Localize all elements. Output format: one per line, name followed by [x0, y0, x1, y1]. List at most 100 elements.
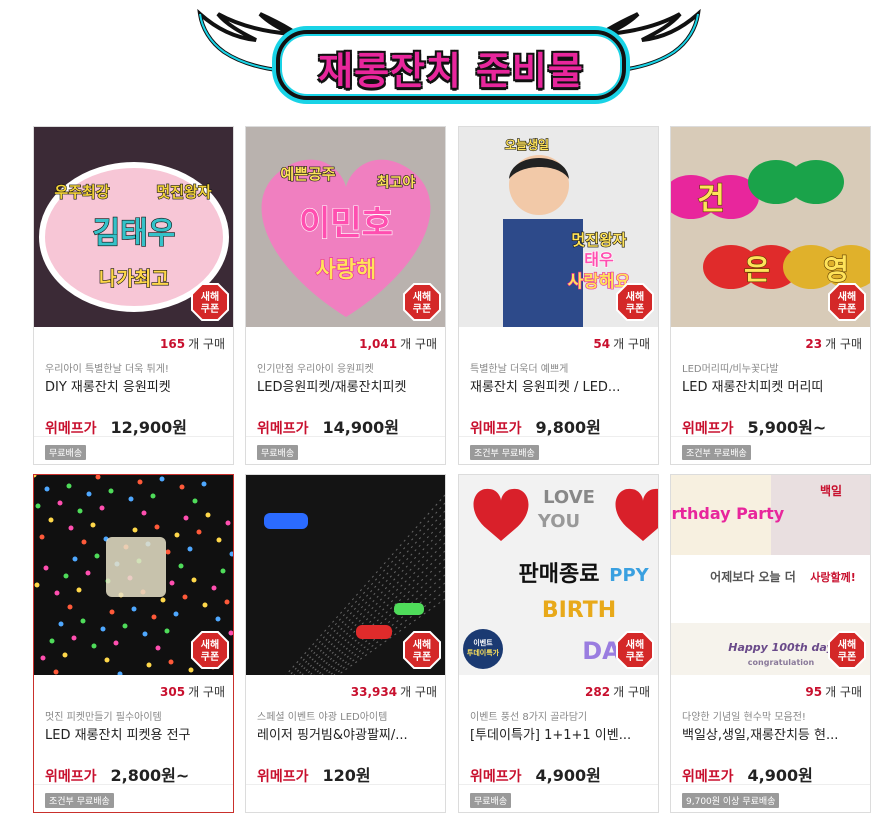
product-card[interactable]: LOVE YOU 판매종료 PPY BIRTH DAY 이벤트 투데이특가 새해 쿠폰 282 개 …: [458, 474, 659, 813]
coupon-line2: 쿠폰: [626, 303, 644, 315]
shipping-badge: 무료배송: [257, 445, 299, 460]
coupon-line2: 쿠폰: [201, 651, 219, 663]
price-value: 14,900원: [322, 418, 399, 437]
banner-title-part2: 준비물: [475, 49, 584, 93]
image-text: 예쁜공주: [280, 165, 335, 183]
product-description: 인기만점 우리아이 응원피켓: [257, 364, 374, 375]
image-text: 멋진왕자: [156, 183, 211, 201]
image-text: 이벤트: [473, 638, 493, 647]
product-thumbnail[interactable]: Birthday Party 백일어제보다 오늘 더 사랑할께! Happy 100t…: [671, 475, 870, 675]
product-name[interactable]: [투데이특가] 1+1+1 이벤...: [470, 724, 650, 743]
shipping-badge: 조건부 무료배송: [470, 445, 539, 460]
coupon-badge-icon: 새해쿠폰: [616, 631, 654, 669]
image-text: 어제보다 오늘 더: [710, 569, 796, 584]
product-thumbnail[interactable]: LOVE YOU 판매종료 PPY BIRTH DAY 이벤트 투데이특가 새해 쿠폰: [459, 475, 658, 675]
product-name[interactable]: 레이저 핑거빔&야광팔찌/...: [257, 724, 437, 743]
image-text: 판매종료: [519, 562, 600, 587]
product-thumbnail[interactable]: 건 은 영 새해 쿠폰: [671, 127, 870, 327]
product-card[interactable]: 새해 쿠폰 33,934 개 구매 스페셜 이벤트 야광 LED아이템 레이저 핑거…: [245, 474, 446, 813]
product-card[interactable]: 오늘생일 멋진왕자 태우 사랑해요 새해 쿠폰 54 개 구매 특별한날 더욱더 예쁘게 재…: [458, 126, 659, 465]
coupon-line2: 쿠폰: [838, 303, 856, 315]
purchase-count: 282 개 구매: [585, 685, 650, 699]
coupon-line1: 새해: [413, 638, 431, 651]
price-label: 위메프가: [682, 421, 734, 437]
image-text: 김태우: [93, 216, 176, 251]
image-text: 오늘생일: [505, 137, 549, 152]
coupon-line1: 새해: [201, 638, 219, 651]
coupon-line1: 새해: [838, 638, 856, 651]
product-name[interactable]: LED응원피켓/재롱잔치피켓: [257, 376, 437, 395]
product-thumbnail[interactable]: 새해 쿠폰: [246, 475, 445, 675]
image-text: BIRTH: [542, 598, 616, 623]
image-text: 은: [744, 253, 770, 286]
shipping-badge: 무료배송: [45, 445, 87, 460]
coupon-badge-icon: 새해쿠폰: [403, 631, 441, 669]
product-name[interactable]: LED 재롱잔치 피켓용 전구: [45, 724, 225, 743]
product-name[interactable]: 백일상,생일,재롱잔치등 현...: [682, 724, 862, 743]
product-card[interactable]: 건 은 영 새해 쿠폰 23 개 구매 LED머리띠/비누꽃다발 LED 재롱잔치피켓 머…: [670, 126, 871, 465]
purchase-count: 305 개 구매: [160, 685, 225, 699]
product-description: 스페셜 이벤트 야광 LED아이템: [257, 712, 388, 723]
price-label: 위메프가: [45, 769, 97, 785]
price-row: 위메프가 9,800원: [470, 414, 601, 438]
image-text: 사랑해: [316, 258, 377, 283]
coupon-badge-icon: 새해쿠폰: [828, 283, 866, 321]
coupon-line2: 쿠폰: [838, 651, 856, 663]
image-text: 우주최강: [54, 183, 109, 201]
product-card[interactable]: 우주최강 멋진왕자김태우나가최고새해 쿠폰 165 개 구매 우리아이 특별한날 더욱…: [33, 126, 234, 465]
image-text: PPY: [609, 565, 649, 586]
purchase-count: 23 개 구매: [805, 337, 862, 351]
product-name[interactable]: DIY 재롱잔치 응원피켓: [45, 376, 225, 395]
purchase-count: 165 개 구매: [160, 337, 225, 351]
image-text: 최고야: [377, 174, 416, 191]
coupon-badge-icon: 새해쿠폰: [191, 631, 229, 669]
shipping-badge: 조건부 무료배송: [45, 793, 114, 808]
coupon-line1: 새해: [201, 290, 219, 303]
coupon-badge-icon: 새해쿠폰: [403, 283, 441, 321]
image-text: 사랑할께!: [810, 570, 856, 584]
product-card[interactable]: 새해 쿠폰 305 개 구매 멋진 피켓만들기 필수아이템 LED 재롱잔치 피켓용…: [33, 474, 234, 813]
image-text: 영: [823, 253, 849, 286]
price-value: 2,800원~: [110, 766, 190, 785]
product-card[interactable]: Birthday Party 백일어제보다 오늘 더 사랑할께! Happy 100t…: [670, 474, 871, 813]
product-description: 우리아이 특별한날 더욱 튀게!: [45, 364, 169, 375]
product-description: 이벤트 풍선 8가지 골라담기: [470, 712, 588, 723]
price-label: 위메프가: [257, 769, 309, 785]
product-card[interactable]: 예쁜공주 최고야 이민호 사랑해 새해 쿠폰 1,041 개 구매 인기만점 우리아이 응원…: [245, 126, 446, 465]
image-text: congratulation: [748, 658, 815, 667]
price-row: 위메프가 4,900원: [470, 762, 601, 786]
price-row: 위메프가 2,800원~: [45, 762, 189, 786]
price-label: 위메프가: [470, 769, 522, 785]
coupon-line1: 새해: [413, 290, 431, 303]
purchase-count: 95 개 구매: [805, 685, 862, 699]
price-row: 위메프가 14,900원: [257, 414, 399, 438]
price-label: 위메프가: [682, 769, 734, 785]
image-text: 나가최고: [99, 268, 169, 290]
price-label: 위메프가: [257, 421, 309, 437]
product-thumbnail[interactable]: 예쁜공주 최고야 이민호 사랑해 새해 쿠폰: [246, 127, 445, 327]
product-thumbnail[interactable]: 오늘생일 멋진왕자 태우 사랑해요 새해 쿠폰: [459, 127, 658, 327]
price-value: 5,900원~: [747, 418, 827, 437]
price-label: 위메프가: [470, 421, 522, 437]
image-text: LOVE: [543, 487, 595, 508]
image-text: Birthday Party: [671, 504, 785, 523]
coupon-line2: 쿠폰: [201, 303, 219, 315]
price-row: 위메프가 12,900원: [45, 414, 187, 438]
product-description: 특별한날 더욱더 예쁘게: [470, 364, 569, 375]
product-name[interactable]: 재롱잔치 응원피켓 / LED...: [470, 376, 650, 395]
image-text: 백일: [820, 483, 842, 498]
product-description: 멋진 피켓만들기 필수아이템: [45, 712, 162, 723]
coupon-line1: 새해: [626, 638, 644, 651]
coupon-line2: 쿠폰: [413, 651, 431, 663]
product-description: 다양한 기념일 현수막 모음전!: [682, 712, 806, 723]
product-thumbnail[interactable]: 새해 쿠폰: [34, 475, 233, 675]
price-value: 4,900원: [747, 766, 813, 785]
product-description: LED머리띠/비누꽃다발: [682, 364, 779, 375]
promo-banner: 재롱잔치 준비물: [0, 0, 895, 118]
price-value: 4,900원: [535, 766, 601, 785]
shipping-badge: 9,700원 이상 무료배송: [682, 793, 780, 808]
price-value: 12,900원: [110, 418, 187, 437]
price-row: 위메프가 120원: [257, 762, 371, 786]
product-name[interactable]: LED 재롱잔치피켓 머리띠: [682, 376, 862, 395]
product-thumbnail[interactable]: 우주최강 멋진왕자김태우나가최고새해 쿠폰: [34, 127, 233, 327]
